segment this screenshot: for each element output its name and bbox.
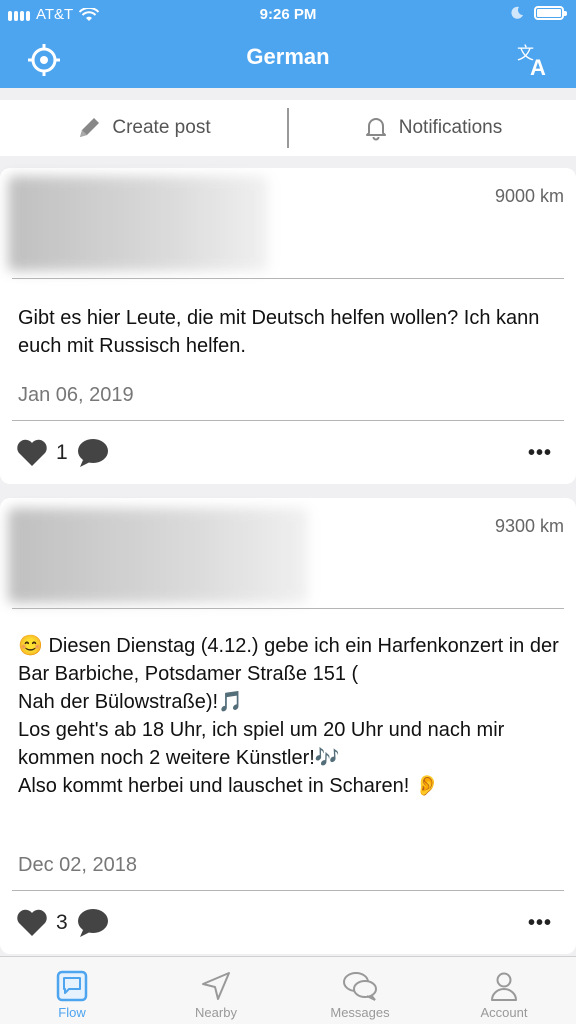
nav-bar: German 文 A (0, 30, 576, 88)
messages-icon (343, 972, 377, 1001)
tab-account[interactable]: Account (432, 957, 576, 1024)
author-info-blurred (8, 508, 308, 603)
post-distance: 9000 km (494, 186, 564, 206)
post-divider (12, 278, 564, 279)
like-count: 3 (56, 911, 68, 934)
tab-messages[interactable]: Messages (288, 957, 432, 1024)
post-card[interactable]: 9000 km Gibt es hier Leute, die mit Deut… (0, 168, 576, 484)
post-content: 😊 Diesen Dienstag (4.12.) gebe ich ein H… (18, 635, 559, 797)
post-distance: 9300 km (494, 516, 564, 536)
tab-nearby[interactable]: Nearby (144, 957, 288, 1024)
tab-label: Nearby (195, 1005, 237, 1020)
create-post-label: Create post (112, 117, 211, 138)
nearby-icon (202, 972, 230, 1000)
like-count: 1 (56, 441, 68, 464)
flow-icon (56, 970, 88, 1002)
battery-icon (534, 6, 567, 20)
post-date: Dec 02, 2018 (18, 854, 137, 876)
post-reactions: 3 (16, 908, 110, 938)
bell-icon (365, 118, 386, 141)
svg-text:A: A (530, 55, 546, 79)
post-footer-divider (12, 890, 564, 891)
post-footer-divider (12, 420, 564, 421)
notifications-label: Notifications (398, 117, 503, 138)
heart-icon[interactable] (16, 439, 48, 467)
moon-icon (511, 6, 523, 19)
tab-label: Messages (330, 1005, 390, 1020)
pencil-icon (80, 118, 100, 137)
post-content: Gibt es hier Leute, die mit Deutsch helf… (18, 307, 545, 357)
status-time: 9:26 PM (259, 6, 317, 23)
post-date: Jan 06, 2019 (18, 384, 134, 406)
heart-icon[interactable] (16, 909, 48, 937)
tab-bar: Flow Nearby Messages Account (0, 956, 576, 1024)
post-reactions: 1 (16, 438, 110, 468)
action-bar: Create post Notifications (0, 100, 576, 156)
translate-icon[interactable]: 文 A (514, 40, 554, 80)
more-options-button[interactable]: ••• (528, 912, 552, 935)
comment-icon[interactable] (76, 438, 110, 468)
account-icon (491, 972, 517, 1001)
author-info-blurred (8, 176, 268, 271)
notifications-button[interactable]: Notifications (289, 100, 576, 156)
post-divider (12, 608, 564, 609)
more-options-button[interactable]: ••• (528, 442, 552, 465)
post-card[interactable]: 9300 km 😊 Diesen Dienstag (4.12.) gebe i… (0, 498, 576, 954)
comment-icon[interactable] (76, 908, 110, 938)
tab-label: Flow (58, 1005, 86, 1020)
tab-flow[interactable]: Flow (0, 957, 144, 1024)
status-bar: AT&T 9:26 PM (0, 0, 576, 30)
page-title: German (246, 44, 330, 69)
create-post-button[interactable]: Create post (0, 100, 287, 156)
tab-label: Account (480, 1005, 528, 1020)
